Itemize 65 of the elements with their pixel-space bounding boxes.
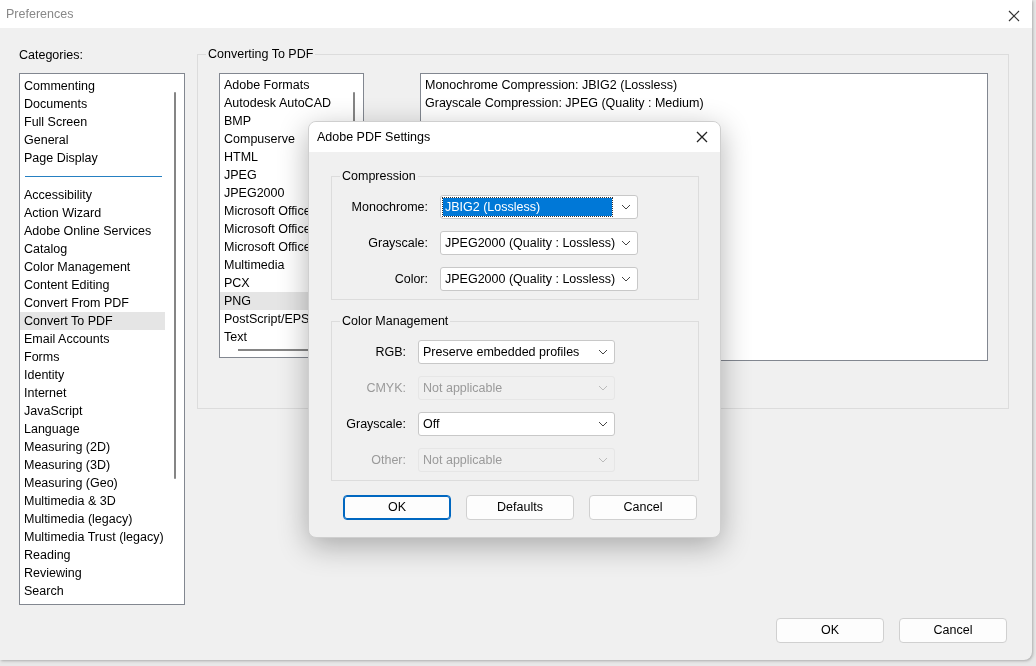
- group-title: Compression: [340, 168, 418, 184]
- chevron-down-icon: [598, 421, 608, 427]
- field-label: Grayscale:: [367, 234, 428, 252]
- summary-line: Grayscale Compression: JPEG (Quality : Medium): [424, 95, 705, 112]
- group-title: Converting To PDF: [206, 46, 316, 62]
- category-item[interactable]: Search: [20, 582, 165, 600]
- category-item[interactable]: Language: [20, 420, 165, 438]
- dialog-button[interactable]: OK: [776, 618, 884, 643]
- categories-label: Categories:: [19, 47, 84, 63]
- chevron-down-icon: [621, 204, 631, 210]
- close-icon: [1008, 9, 1020, 22]
- dialog-button[interactable]: OK: [343, 495, 451, 520]
- dropdown[interactable]: Off: [418, 412, 615, 436]
- category-item[interactable]: Adobe Online Services: [20, 222, 165, 240]
- category-item[interactable]: Measuring (3D): [20, 456, 165, 474]
- chevron-down-icon: [598, 457, 608, 463]
- summary-line: Monochrome Compression: JBIG2 (Lossless): [424, 77, 679, 94]
- category-item[interactable]: JavaScript: [20, 402, 165, 420]
- category-item[interactable]: Convert To PDF: [20, 312, 165, 330]
- category-item[interactable]: Measuring (Geo): [20, 474, 165, 492]
- category-item[interactable]: Multimedia Trust (legacy): [20, 528, 165, 546]
- field-label: Color:: [393, 270, 428, 288]
- category-item[interactable]: Email Accounts: [20, 330, 165, 348]
- category-item[interactable]: Multimedia (legacy): [20, 510, 165, 528]
- category-item[interactable]: Measuring (2D): [20, 438, 165, 456]
- field-label: Other:: [370, 451, 406, 469]
- category-item[interactable]: Content Editing: [20, 276, 165, 294]
- field-label: CMYK:: [365, 379, 406, 397]
- dialog-button[interactable]: Cancel: [899, 618, 1007, 643]
- category-item[interactable]: Internet: [20, 384, 165, 402]
- chevron-down-icon: [621, 240, 631, 246]
- category-item[interactable]: Full Screen: [20, 113, 165, 131]
- category-item[interactable]: Reviewing: [20, 564, 165, 582]
- chevron-down-icon: [598, 385, 608, 391]
- field-label: RGB:: [374, 343, 406, 361]
- category-item[interactable]: Multimedia & 3D: [20, 492, 165, 510]
- dropdown[interactable]: JBIG2 (Lossless): [440, 195, 638, 219]
- scrollbar[interactable]: [174, 92, 176, 479]
- category-item[interactable]: Reading: [20, 546, 165, 564]
- category-item[interactable]: Documents: [20, 95, 165, 113]
- dropdown[interactable]: JPEG2000 (Quality : Lossless): [440, 267, 638, 291]
- close-icon: [696, 131, 708, 143]
- dialog-title: Adobe PDF Settings: [317, 128, 431, 146]
- category-item[interactable]: Color Management: [20, 258, 165, 276]
- format-item[interactable]: Adobe Formats: [220, 76, 351, 94]
- group-title: Color Management: [340, 313, 451, 329]
- chevron-down-icon: [621, 276, 631, 282]
- dropdown[interactable]: Preserve embedded profiles: [418, 340, 615, 364]
- category-item[interactable]: Accessibility: [20, 186, 165, 204]
- category-item[interactable]: Page Display: [20, 149, 165, 167]
- window-title: Preferences: [6, 5, 74, 23]
- field-label: Grayscale:: [345, 415, 406, 433]
- category-item[interactable]: General: [20, 131, 165, 149]
- category-item[interactable]: Commenting: [20, 77, 165, 95]
- chevron-down-icon: [598, 349, 608, 355]
- category-item[interactable]: Action Wizard: [20, 204, 165, 222]
- category-item[interactable]: Convert From PDF: [20, 294, 165, 312]
- field-label: Monochrome:: [350, 198, 428, 216]
- dialog-button[interactable]: Cancel: [589, 495, 697, 520]
- dialog-button[interactable]: Defaults: [466, 495, 574, 520]
- category-item[interactable]: Catalog: [20, 240, 165, 258]
- category-item[interactable]: Forms: [20, 348, 165, 366]
- dropdown[interactable]: JPEG2000 (Quality : Lossless): [440, 231, 638, 255]
- format-item[interactable]: Autodesk AutoCAD: [220, 94, 351, 112]
- category-item[interactable]: Identity: [20, 366, 165, 384]
